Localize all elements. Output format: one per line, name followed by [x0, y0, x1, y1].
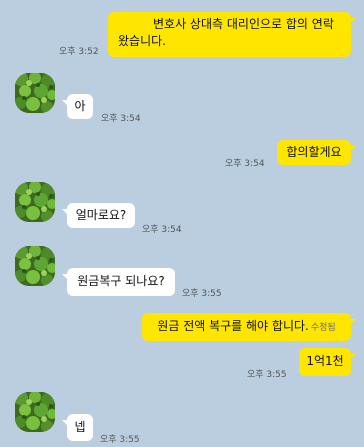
green-leaves-avatar-icon	[15, 392, 55, 432]
other-message-bubble: 아	[62, 94, 93, 119]
message-text: 변호사 상대측 대리인으로 합의 연락왔습니다.	[118, 17, 334, 48]
message-text: 합의할게요	[286, 145, 342, 159]
message-text: 원금복구 되나요?	[77, 274, 165, 288]
other-message-bubble: 원금복구 되나요?	[62, 268, 175, 296]
my-message-bubble: 변호사 상대측 대리인으로 합의 연락왔습니다.	[108, 12, 356, 57]
message-time: 오후 3:55	[247, 370, 287, 380]
message-time: 오후 3:55	[182, 289, 222, 299]
message-time: 오후 3:52	[59, 47, 99, 57]
message-text: 아	[74, 99, 86, 113]
avatar[interactable]	[15, 73, 55, 113]
my-message-bubble: 원금 전액 복구를 해야 합니다. 수정됨	[142, 313, 356, 341]
avatar[interactable]	[15, 182, 55, 222]
avatar[interactable]	[15, 392, 55, 432]
message-text: 원금 전액 복구를 해야 합니다.	[157, 319, 309, 333]
message-text: 1억1천	[306, 354, 344, 368]
green-leaves-avatar-icon	[15, 182, 55, 222]
my-message-bubble: 합의할게요	[277, 140, 356, 165]
message-time: 오후 3:54	[142, 225, 182, 235]
message-time: 오후 3:55	[100, 435, 140, 445]
green-leaves-avatar-icon	[15, 73, 55, 113]
my-message-bubble: 1억1천	[299, 348, 356, 376]
other-message-bubble: 넵	[62, 414, 93, 441]
message-text: 얼마로요?	[75, 208, 127, 222]
green-leaves-avatar-icon	[15, 246, 55, 286]
edited-label: 수정됨	[310, 323, 336, 333]
message-text: 넵	[74, 420, 86, 434]
message-time: 오후 3:54	[225, 159, 265, 169]
message-time: 오후 3:54	[101, 114, 141, 124]
avatar[interactable]	[15, 246, 55, 286]
other-message-bubble: 얼마로요?	[62, 203, 135, 228]
